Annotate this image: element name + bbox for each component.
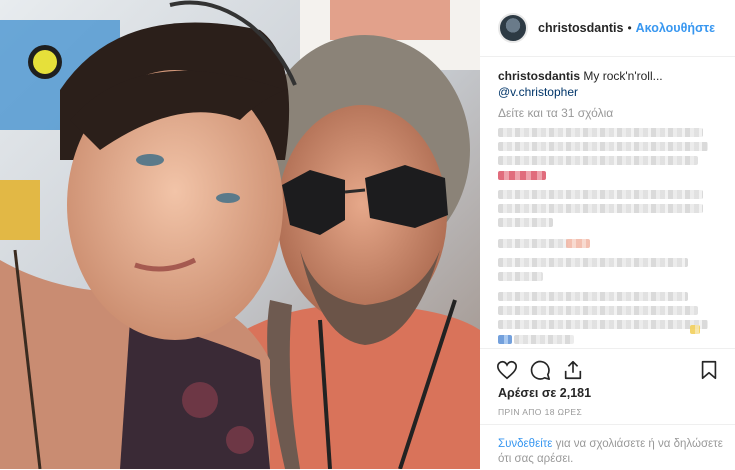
bookmark-icon[interactable] bbox=[698, 359, 720, 381]
action-bar bbox=[480, 348, 735, 389]
header-username[interactable]: christosdantis bbox=[538, 21, 623, 35]
header-separator: • bbox=[627, 21, 632, 35]
post-timestamp: ΠΡΙΝ ΑΠΟ 18 ΩΡΕΣ bbox=[498, 407, 583, 417]
post-header: christosdantis • Ακολουθήστε bbox=[480, 0, 735, 57]
blurred-comment-line bbox=[498, 171, 546, 180]
blurred-comment-line bbox=[498, 306, 698, 315]
caption-text: My rock'n'roll... bbox=[583, 69, 663, 83]
blurred-comment-line bbox=[498, 239, 568, 248]
comment-icon[interactable] bbox=[529, 359, 551, 381]
post-photo[interactable] bbox=[0, 0, 480, 469]
share-icon[interactable] bbox=[562, 359, 584, 381]
view-all-comments-link[interactable]: Δείτε και τα 31 σχόλια bbox=[498, 106, 613, 120]
blurred-comment-line bbox=[498, 190, 703, 199]
instagram-post: christosdantis • Ακολουθήστε christosdan… bbox=[0, 0, 735, 469]
login-link[interactable]: Συνδεθείτε bbox=[498, 438, 552, 450]
blurred-comment-line bbox=[498, 258, 688, 267]
selfie-image bbox=[0, 0, 480, 469]
blurred-comment-line bbox=[498, 335, 512, 344]
blurred-comment-line bbox=[498, 128, 703, 137]
caption-mention[interactable]: @v.christopher bbox=[498, 85, 578, 99]
blurred-comment-line bbox=[498, 292, 688, 301]
blurred-comment-line bbox=[498, 320, 708, 329]
blurred-comment-line bbox=[498, 218, 553, 227]
login-prompt: Συνδεθείτε για να σχολιάσετε ή να δηλώσε… bbox=[498, 437, 723, 467]
avatar[interactable] bbox=[498, 13, 528, 43]
blurred-comment-line bbox=[498, 142, 708, 151]
blurred-comment-line bbox=[498, 156, 698, 165]
likes-count[interactable]: Αρέσει σε 2,181 bbox=[498, 386, 591, 400]
post-side-panel: christosdantis • Ακολουθήστε christosdan… bbox=[480, 0, 735, 469]
heart-icon[interactable] bbox=[496, 359, 518, 381]
login-footer: Συνδεθείτε για να σχολιάσετε ή να δηλώσε… bbox=[480, 424, 735, 470]
caption-username[interactable]: christosdantis bbox=[498, 69, 580, 83]
follow-button[interactable]: Ακολουθήστε bbox=[636, 21, 715, 35]
blurred-comment-line bbox=[498, 204, 703, 213]
blurred-comment-line bbox=[690, 325, 700, 334]
post-caption: christosdantis My rock'n'roll... @v.chri… bbox=[498, 68, 723, 100]
blurred-comment-line bbox=[514, 335, 574, 344]
blurred-comment-line bbox=[498, 272, 543, 281]
blurred-comment-line bbox=[566, 239, 590, 248]
